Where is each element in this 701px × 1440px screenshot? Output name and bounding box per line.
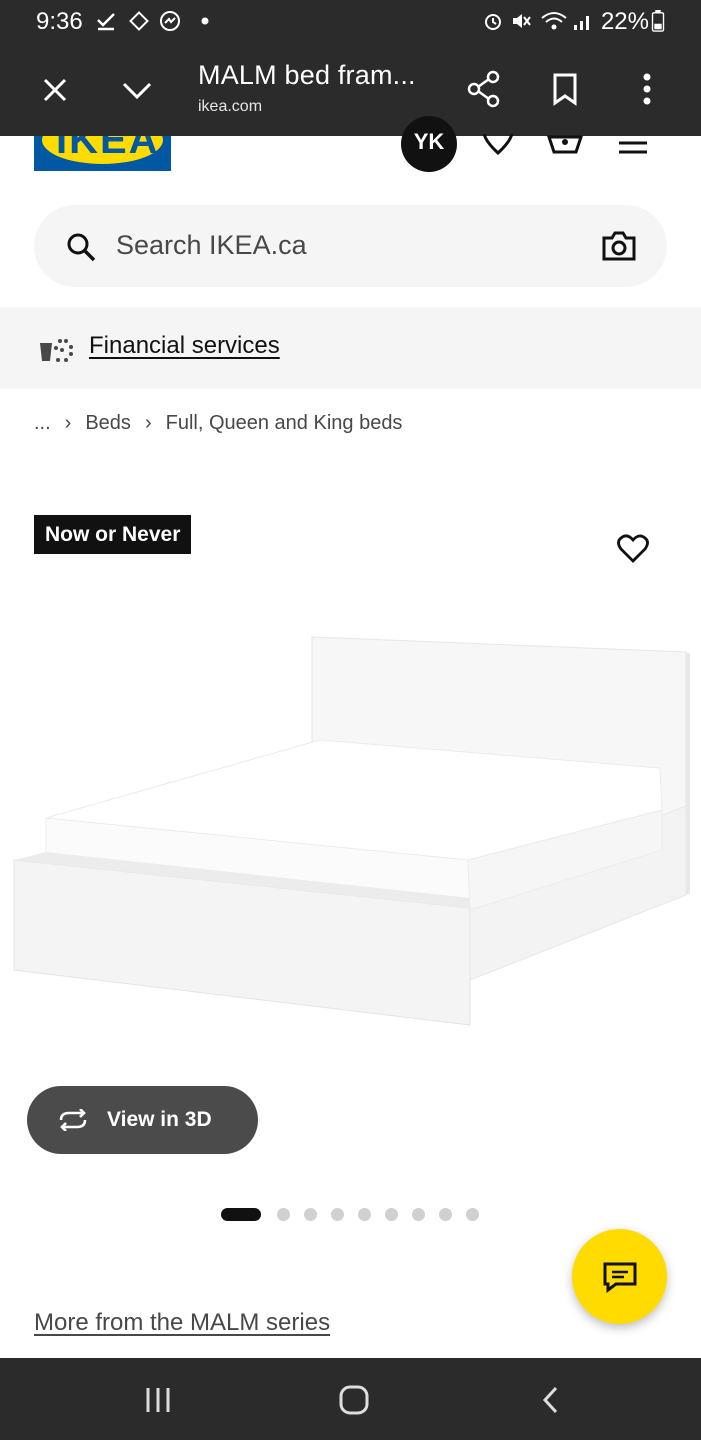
carousel-dot[interactable]: [358, 1208, 371, 1221]
more-vert-icon[interactable]: [640, 72, 654, 106]
home-icon[interactable]: [338, 1384, 370, 1416]
carousel-dot[interactable]: [385, 1208, 398, 1221]
avatar[interactable]: YK: [401, 116, 457, 172]
more-from-series-link[interactable]: More from the MALM series: [34, 1309, 330, 1337]
close-icon[interactable]: [41, 76, 69, 104]
ikea-logo[interactable]: IKEA: [34, 136, 171, 171]
site-header: IKEA YK: [0, 116, 701, 192]
carousel-dot[interactable]: [331, 1208, 344, 1221]
breadcrumb-ellipsis[interactable]: ...: [34, 412, 51, 435]
carousel-dot[interactable]: [304, 1208, 317, 1221]
dot-icon: [201, 17, 209, 25]
check-icon: [97, 13, 115, 31]
favorite-heart-icon[interactable]: [617, 534, 649, 564]
page-url[interactable]: ikea.com: [198, 98, 262, 116]
view-in-3d-button[interactable]: View in 3D: [27, 1086, 258, 1154]
share-icon[interactable]: [466, 70, 502, 108]
financial-services-bar: Financial services: [0, 307, 701, 389]
search-bar[interactable]: Search IKEA.ca: [34, 205, 667, 287]
system-nav-bar: [0, 1358, 701, 1440]
search-input[interactable]: Search IKEA.ca: [116, 230, 307, 261]
chat-button[interactable]: [572, 1229, 667, 1324]
mute-icon: [513, 14, 531, 28]
carousel-dot[interactable]: [412, 1208, 425, 1221]
breadcrumb-item-beds-category[interactable]: Full, Queen and King beds: [166, 412, 403, 435]
menu-icon[interactable]: [618, 138, 648, 156]
battery-percent: 22%: [600, 8, 649, 35]
chevron-down-icon[interactable]: [120, 76, 154, 104]
carousel-dot[interactable]: [439, 1208, 452, 1221]
wifi-icon: [541, 12, 567, 30]
product-image[interactable]: [0, 560, 701, 1080]
cart-icon[interactable]: [546, 134, 584, 156]
alarm-icon: [485, 14, 501, 30]
status-bar: 9:36 22%: [0, 0, 701, 44]
view-in-3d-label: View in 3D: [107, 1108, 212, 1131]
carousel-dot[interactable]: [277, 1208, 290, 1221]
battery-icon: [651, 10, 665, 32]
back-icon[interactable]: [540, 1385, 560, 1415]
carousel-dot[interactable]: [466, 1208, 479, 1221]
signal-icon: [574, 16, 589, 30]
rotate-3d-icon: [59, 1109, 87, 1131]
now-or-never-badge: Now or Never: [34, 515, 192, 554]
carousel-indicator: [221, 1208, 479, 1221]
search-icon: [67, 233, 96, 262]
chevron-right-icon: ›: [144, 412, 152, 434]
status-time: 9:36: [36, 8, 83, 35]
bookmark-icon[interactable]: [551, 72, 579, 106]
page-title[interactable]: MALM bed fram...: [198, 60, 416, 91]
chat-icon: [603, 1262, 637, 1293]
piggy-bank-icon: [40, 339, 73, 362]
breadcrumb: ... › Beds › Full, Queen and King beds: [34, 412, 402, 435]
messenger-icon: [160, 11, 180, 31]
heart-icon[interactable]: [482, 134, 514, 156]
breadcrumb-item-beds[interactable]: Beds: [85, 412, 131, 435]
financial-services-link[interactable]: Financial services: [89, 332, 280, 360]
recent-apps-icon[interactable]: [144, 1386, 172, 1414]
pinwheel-icon: [129, 11, 149, 31]
browser-toolbar: MALM bed fram... ikea.com: [0, 44, 701, 136]
chevron-right-icon: ›: [64, 412, 72, 434]
camera-icon[interactable]: [602, 231, 636, 261]
carousel-dot-active[interactable]: [221, 1208, 261, 1221]
